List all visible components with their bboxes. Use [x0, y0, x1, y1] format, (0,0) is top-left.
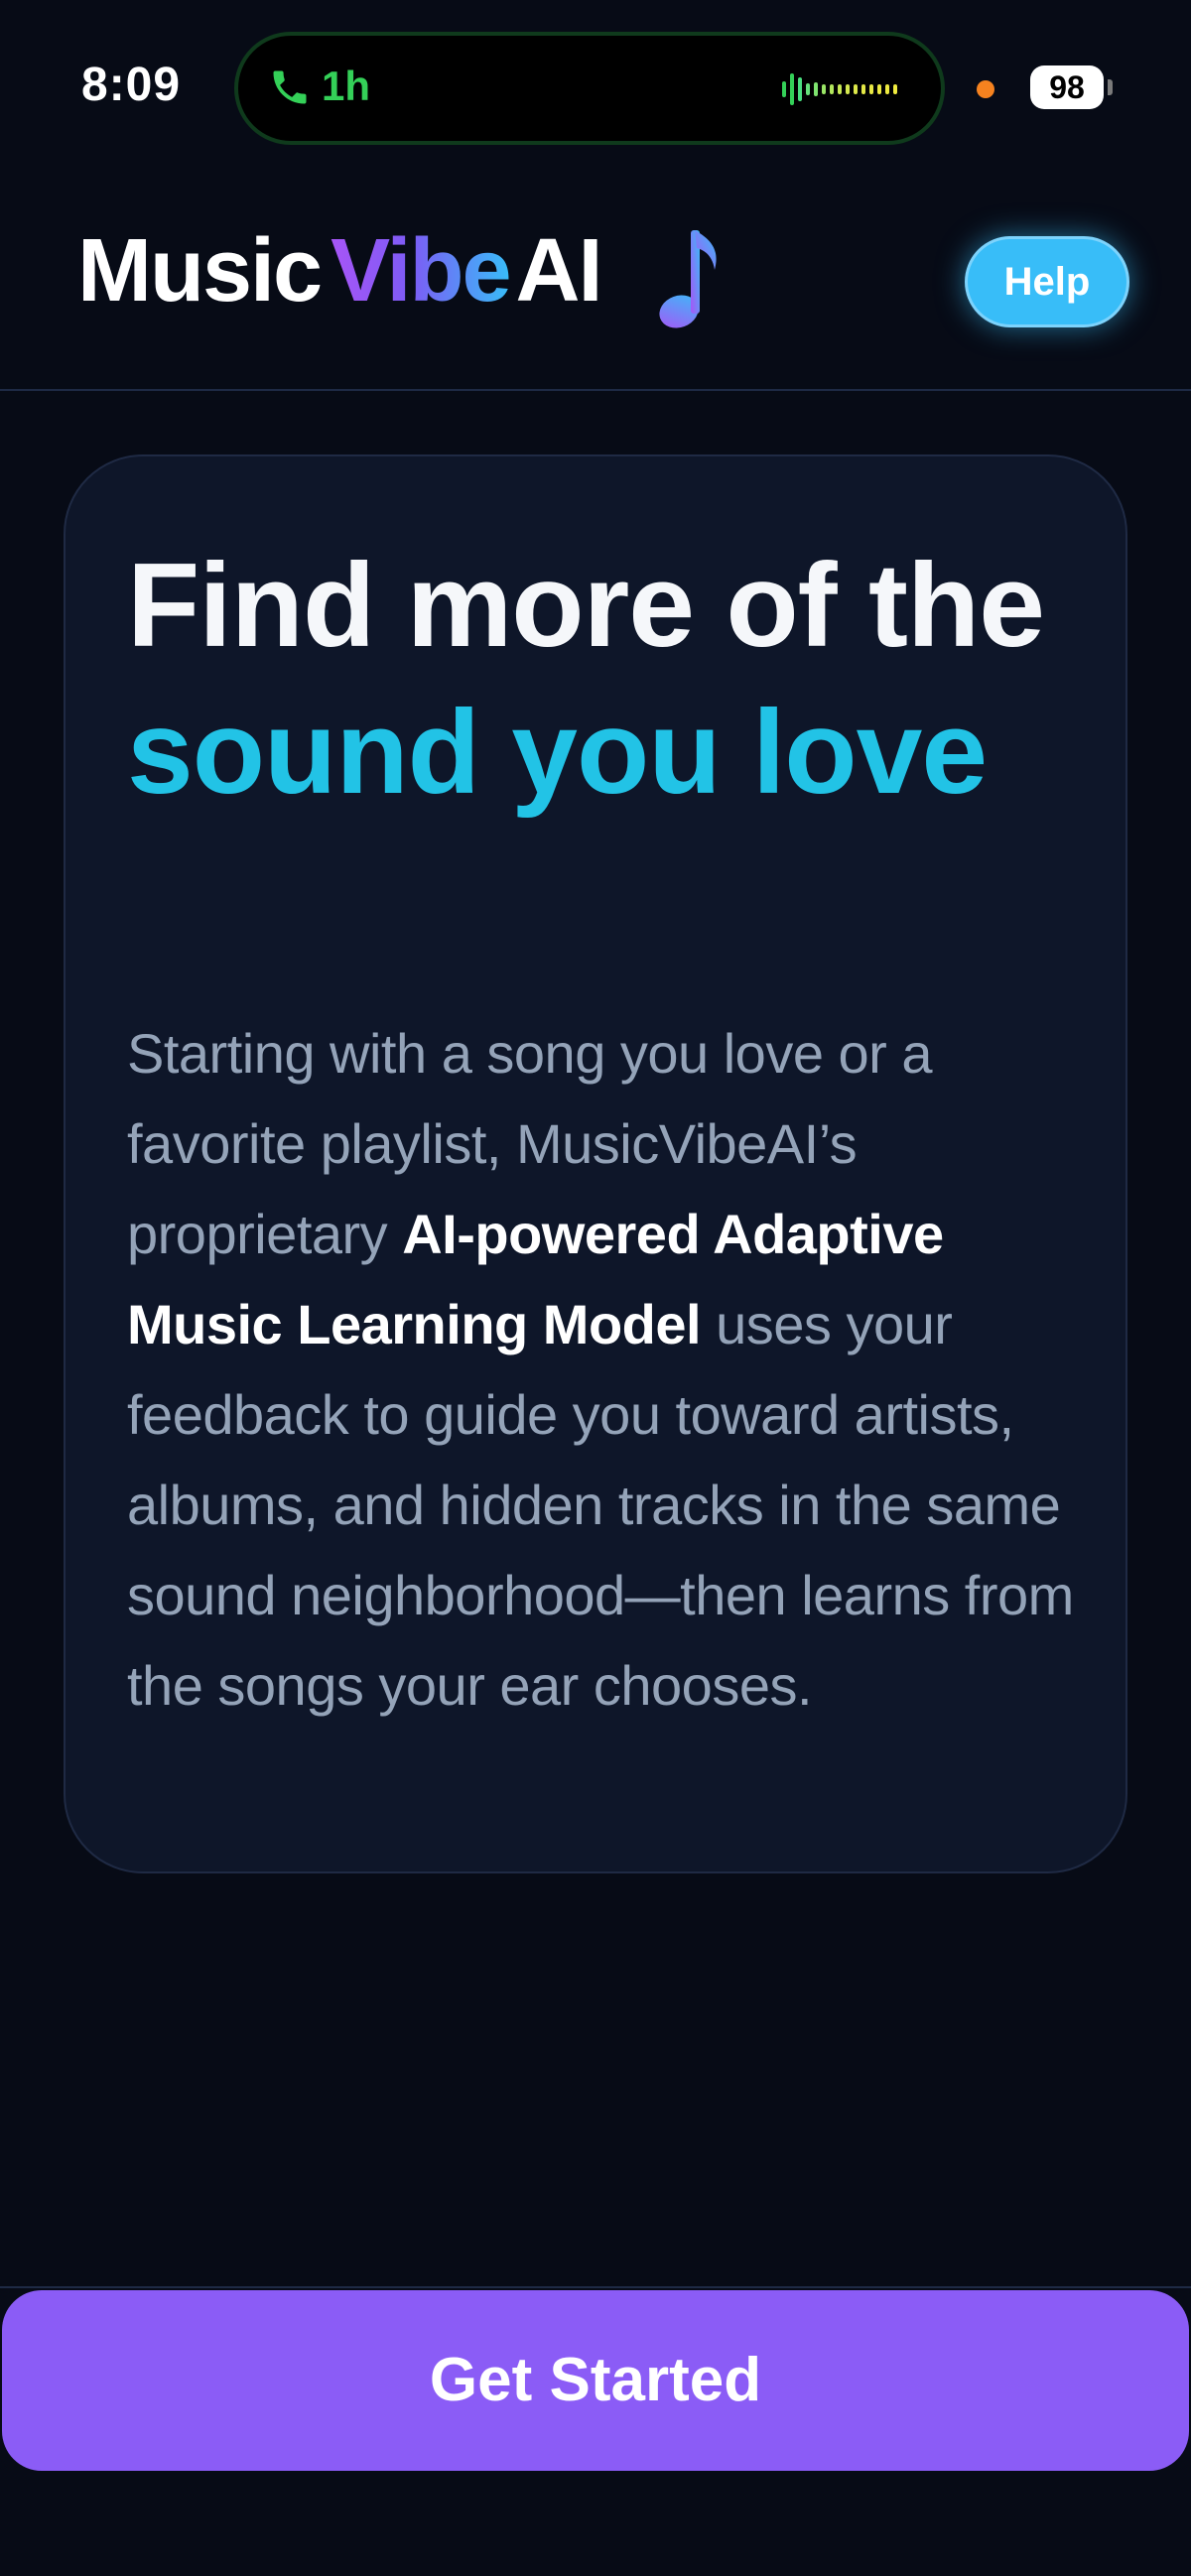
battery-indicator: 98: [1030, 65, 1104, 109]
waveform-icon: [782, 73, 897, 105]
logo-text-music: Music: [77, 221, 323, 321]
hero-title: Find more of the sound you love: [127, 532, 1080, 826]
hero-description: Starting with a song you love or a favor…: [127, 1008, 1080, 1731]
help-button[interactable]: Help: [965, 236, 1129, 327]
music-note-icon: [659, 230, 717, 328]
hero-card: Find more of the sound you love Starting…: [64, 454, 1127, 1873]
dynamic-island[interactable]: 1h: [234, 32, 945, 145]
status-bar: 8:09 1h 98: [0, 0, 1191, 179]
bottom-divider: [0, 2286, 1191, 2288]
app-header: Music VibeAI Help: [0, 179, 1191, 391]
battery-tip: [1108, 79, 1113, 95]
phone-icon: [273, 70, 307, 104]
app-logo[interactable]: Music VibeAI: [77, 226, 603, 316]
get-started-button[interactable]: Get Started: [2, 2290, 1189, 2471]
privacy-indicator-dot: [977, 80, 994, 98]
status-time: 8:09: [81, 59, 182, 111]
hero-description-part-2: uses your feedback to guide you toward a…: [127, 1293, 1074, 1717]
call-duration: 1h: [322, 63, 371, 109]
logo-text-ai: AI: [515, 221, 603, 321]
logo-text-vibe: Vibe: [331, 221, 511, 321]
hero-title-accent: sound you love: [127, 686, 988, 819]
hero-title-text: Find more of the: [127, 539, 1045, 672]
